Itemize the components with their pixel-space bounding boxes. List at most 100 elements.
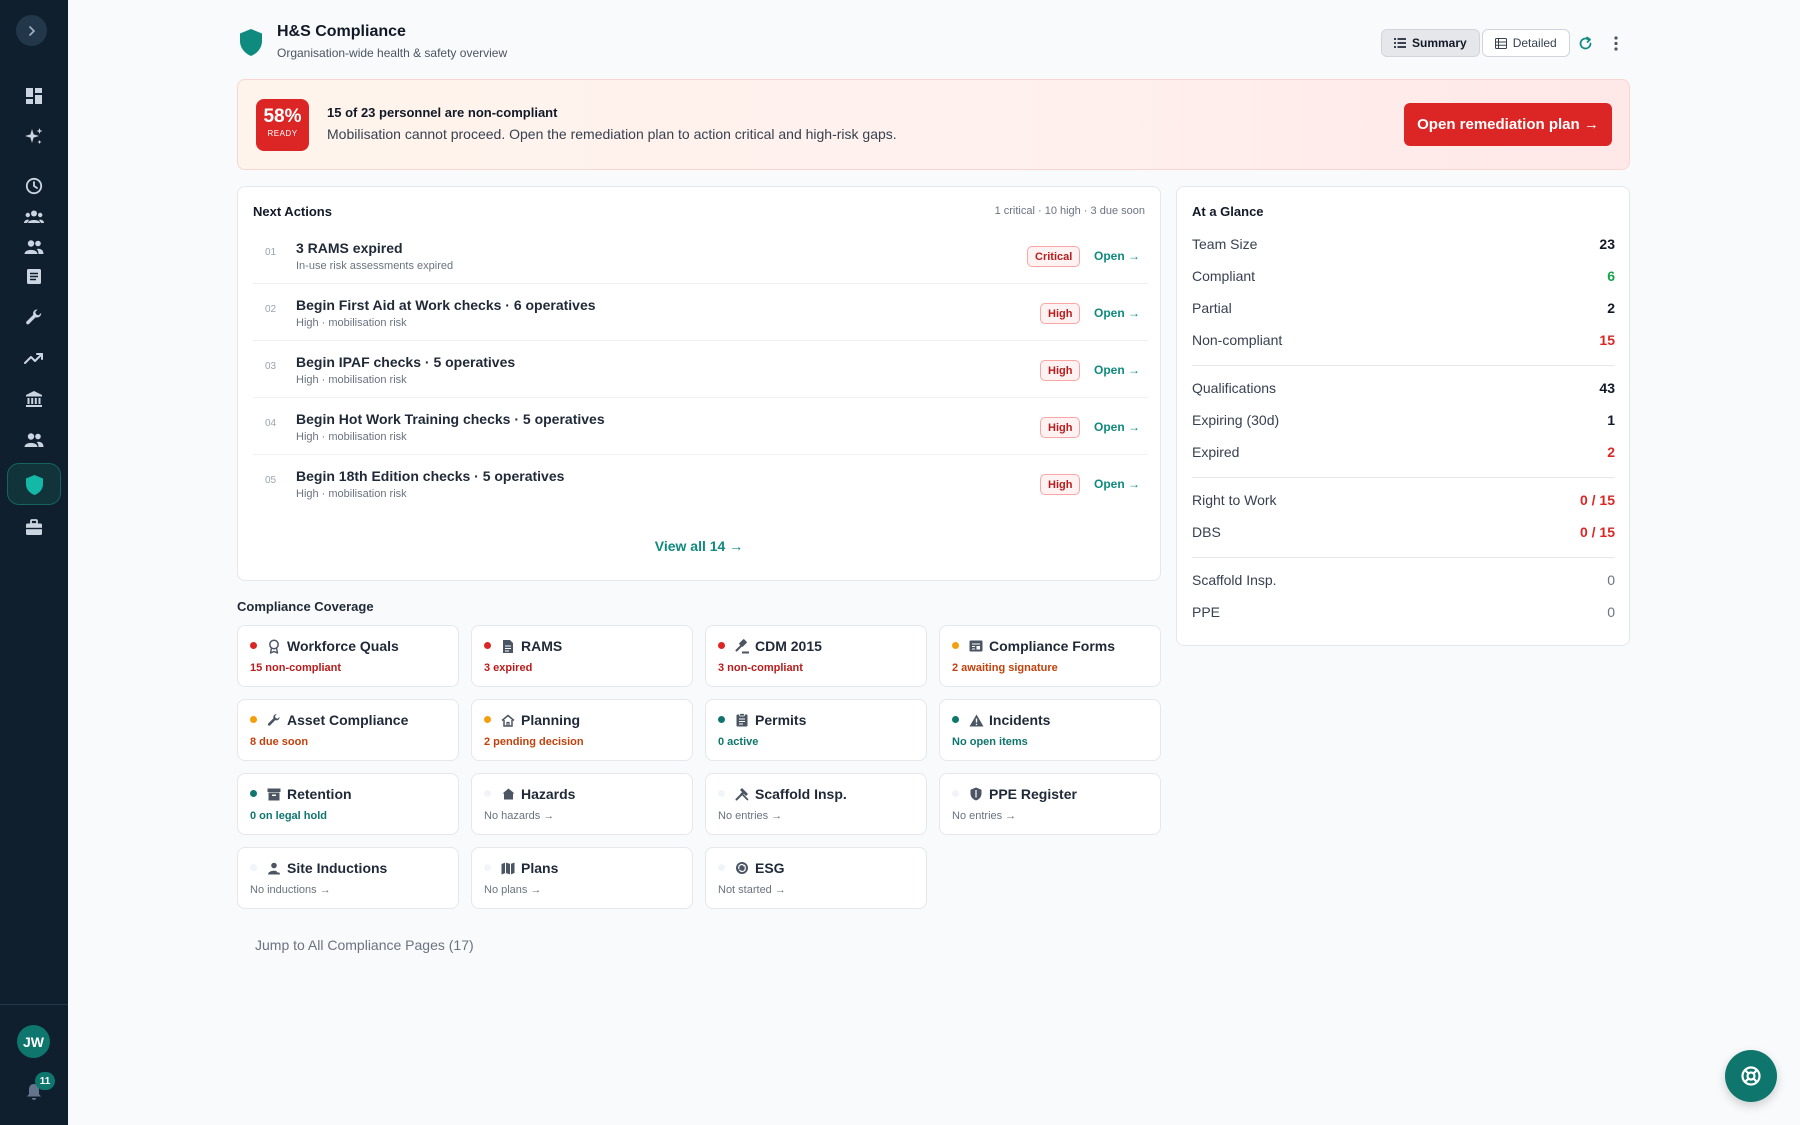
- dashboard-icon: [26, 88, 42, 104]
- tile-esg[interactable]: ESG Not started →: [705, 847, 927, 909]
- open-remediation-plan-button[interactable]: Open remediation plan →: [1404, 103, 1612, 146]
- readiness-label: READY: [267, 129, 298, 138]
- tile-permits[interactable]: Permits 0 active: [705, 699, 927, 761]
- tile-asset-compliance[interactable]: Asset Compliance 8 due soon: [237, 699, 459, 761]
- sidebar-item-people[interactable]: [20, 233, 48, 261]
- tile-name: Incidents: [989, 712, 1051, 728]
- tile-retention[interactable]: Retention 0 on legal hold: [237, 773, 459, 835]
- tile-name: RAMS: [521, 638, 563, 654]
- action-number: 05: [265, 475, 277, 486]
- stat-label: PPE: [1192, 604, 1221, 620]
- detailed-view-button[interactable]: Detailed: [1481, 29, 1570, 57]
- action-row[interactable]: 04 Begin Hot Work Training checks · 5 op…: [253, 398, 1148, 455]
- tile-compliance-forms[interactable]: Compliance Forms 2 awaiting signature: [939, 625, 1161, 687]
- action-row[interactable]: 01 3 RAMS expired In-use risk assessment…: [253, 227, 1148, 284]
- jump-to-all-compliance-pages-link[interactable]: Jump to All Compliance Pages (17): [255, 937, 474, 953]
- tile-name: Scaffold Insp.: [755, 786, 847, 802]
- warning-icon: [968, 712, 984, 728]
- refresh-button[interactable]: [1575, 33, 1595, 53]
- action-row[interactable]: 02 Begin First Aid at Work checks · 6 op…: [253, 284, 1148, 341]
- stat-value: 43: [1599, 380, 1615, 396]
- view-toggle: Summary Detailed: [1381, 29, 1570, 57]
- status-dot: [718, 790, 725, 797]
- status-dot: [484, 716, 491, 723]
- tile-name: Compliance Forms: [989, 638, 1116, 654]
- tile-status: 8 due soon: [250, 736, 309, 748]
- tile-site-inductions[interactable]: Site Inductions No inductions →: [237, 847, 459, 909]
- tools-icon: [734, 786, 750, 802]
- action-number: 04: [265, 418, 277, 429]
- list-icon: [1494, 37, 1507, 49]
- gavel-icon: [734, 638, 750, 654]
- sidebar-item-institution[interactable]: [20, 385, 48, 413]
- sidebar-item-jobs[interactable]: [20, 513, 48, 541]
- stat-label: Scaffold Insp.: [1192, 572, 1277, 588]
- sidebar-item-documents[interactable]: [20, 262, 48, 290]
- stat-value: 0: [1607, 572, 1615, 588]
- sidebar-item-ai[interactable]: [20, 123, 48, 151]
- sidebar-item-tools[interactable]: [20, 303, 48, 331]
- document-icon: [500, 638, 516, 654]
- open-action-link[interactable]: Open →: [1094, 477, 1140, 491]
- summary-view-button[interactable]: Summary: [1381, 29, 1480, 57]
- more-options-button[interactable]: [1606, 33, 1626, 53]
- tile-planning[interactable]: Planning 2 pending decision: [471, 699, 693, 761]
- sidebar-item-hs-compliance[interactable]: [7, 463, 61, 505]
- status-dot: [484, 864, 491, 871]
- stat-value: 2: [1607, 444, 1615, 460]
- stat-label: Partial: [1192, 300, 1232, 316]
- sidebar-item-team[interactable]: [20, 426, 48, 454]
- sidebar-item-history[interactable]: [20, 172, 48, 200]
- open-action-link[interactable]: Open →: [1094, 363, 1140, 377]
- tile-ppe-register[interactable]: PPE Register No entries →: [939, 773, 1161, 835]
- groups-icon: [24, 210, 44, 223]
- divider: [1192, 557, 1615, 558]
- more-vertical-icon: [1614, 35, 1618, 51]
- tile-hazards[interactable]: Hazards No hazards →: [471, 773, 693, 835]
- tile-scaffold-insp[interactable]: Scaffold Insp. No entries →: [705, 773, 927, 835]
- status-dot: [718, 642, 725, 649]
- summary-view-label: Summary: [1412, 36, 1467, 50]
- stat-row-ppe: PPE 0: [1192, 604, 1615, 620]
- action-title: Begin IPAF checks · 5 operatives: [296, 354, 516, 370]
- stat-label: Expiring (30d): [1192, 412, 1280, 428]
- avatar[interactable]: JW: [17, 1025, 50, 1058]
- divider: [1192, 477, 1615, 478]
- status-dot: [250, 790, 257, 797]
- sidebar-item-analytics[interactable]: [20, 344, 48, 372]
- sidebar-item-groups[interactable]: [20, 203, 48, 231]
- stat-value: 0 / 15: [1579, 492, 1615, 508]
- wrench-icon: [26, 309, 42, 325]
- tile-plans[interactable]: Plans No plans →: [471, 847, 693, 909]
- action-title: Begin 18th Edition checks · 5 operatives: [296, 468, 565, 484]
- open-action-link[interactable]: Open →: [1094, 249, 1140, 263]
- detailed-view-label: Detailed: [1512, 36, 1557, 50]
- action-row[interactable]: 05 Begin 18th Edition checks · 5 operati…: [253, 455, 1148, 512]
- award-icon: [266, 638, 282, 654]
- tile-incidents[interactable]: Incidents No open items: [939, 699, 1161, 761]
- notification-count-badge: 11: [35, 1072, 55, 1090]
- stat-row-dbs: DBS 0 / 15: [1192, 524, 1615, 540]
- stat-value: 0 / 15: [1579, 524, 1615, 540]
- open-action-link[interactable]: Open →: [1094, 306, 1140, 320]
- stat-value: 23: [1599, 236, 1615, 252]
- sparkles-icon: [25, 128, 43, 144]
- sidebar-item-dashboard[interactable]: [20, 82, 48, 110]
- tile-workforce-quals[interactable]: Workforce Quals 15 non-compliant: [237, 625, 459, 687]
- readiness-percent: 58%: [263, 106, 302, 127]
- document-list-icon: [27, 268, 41, 284]
- view-all-actions-link[interactable]: View all 14 →: [238, 538, 1160, 554]
- action-row[interactable]: 03 Begin IPAF checks · 5 operatives High…: [253, 341, 1148, 398]
- clipboard-icon: [734, 712, 750, 728]
- page-shield-icon: [239, 28, 263, 62]
- tile-rams[interactable]: RAMS 3 expired: [471, 625, 693, 687]
- status-dot: [250, 864, 257, 871]
- open-action-link[interactable]: Open →: [1094, 420, 1140, 434]
- status-dot: [250, 642, 257, 649]
- severity-badge: High: [1040, 474, 1081, 495]
- tile-cdm-2015[interactable]: CDM 2015 3 non-compliant: [705, 625, 927, 687]
- tile-name: ESG: [755, 860, 785, 876]
- expand-sidebar-button[interactable]: [16, 15, 47, 46]
- support-button[interactable]: [1725, 1050, 1777, 1102]
- stat-row-right-to-work: Right to Work 0 / 15: [1192, 492, 1615, 508]
